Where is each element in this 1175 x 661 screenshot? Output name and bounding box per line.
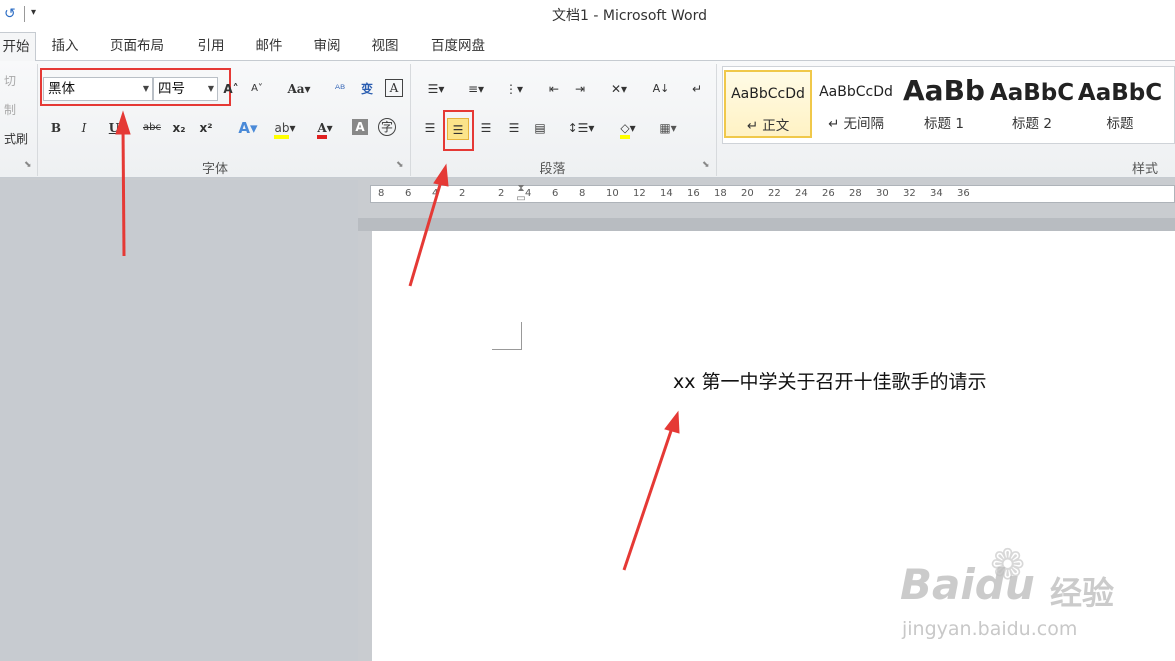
arrow-head <box>664 410 680 434</box>
arrow-to-center <box>408 177 444 287</box>
watermark-suffix: 经验 <box>1050 574 1115 612</box>
watermark-brand: Baidu <box>900 560 1035 609</box>
arrow-to-text <box>622 424 675 571</box>
tab-home[interactable]: 开始 <box>0 32 36 61</box>
baidu-watermark: ❁ Baidu 经验 jingyan.baidu.com <box>900 540 1150 660</box>
watermark-url: jingyan.baidu.com <box>902 618 1078 640</box>
arrow-to-font <box>121 125 126 257</box>
arrow-head <box>115 110 131 135</box>
arrow-head <box>433 163 449 187</box>
